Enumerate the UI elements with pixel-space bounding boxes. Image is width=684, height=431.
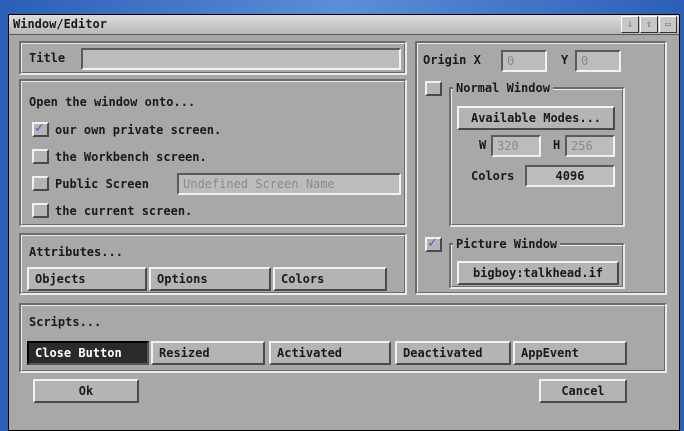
zoom-gadget-icon[interactable]: ▭ xyxy=(659,16,677,33)
origin-y-field[interactable]: 0 xyxy=(575,50,621,72)
title-field[interactable] xyxy=(81,48,401,70)
available-modes-button[interactable]: Available Modes... xyxy=(457,106,615,130)
window-editor: Window/Editor ⇩ ⇧ ▭ Title Open the windo… xyxy=(8,14,680,431)
picture-window-label: Picture Window xyxy=(453,237,561,251)
origin-x-field[interactable]: 0 xyxy=(501,50,547,72)
check-tick-icon: ✓ xyxy=(428,235,437,251)
script-deactivated-button[interactable]: Deactivated xyxy=(395,341,511,365)
cancel-button[interactable]: Cancel xyxy=(539,379,627,403)
current-screen-label: the current screen. xyxy=(55,204,193,218)
picture-file-button[interactable]: bigboy:talkhead.if xyxy=(457,261,619,285)
window-title: Window/Editor xyxy=(13,17,107,31)
height-field[interactable]: 256 xyxy=(565,135,615,157)
colors-label: Colors xyxy=(471,169,515,183)
workbench-screen-checkbox[interactable] xyxy=(32,149,49,164)
public-screen-checkbox[interactable] xyxy=(32,176,49,191)
colors-button[interactable]: Colors xyxy=(273,267,387,291)
normal-window-label: Normal Window xyxy=(453,81,553,95)
depth-up-gadget-icon[interactable]: ⇧ xyxy=(640,16,658,33)
script-activated-button[interactable]: Activated xyxy=(269,341,391,365)
open-onto-heading: Open the window onto... xyxy=(29,95,196,109)
objects-button[interactable]: Objects xyxy=(27,267,147,291)
scripts-heading: Scripts... xyxy=(29,315,102,329)
width-field[interactable]: 320 xyxy=(491,135,541,157)
check-tick-icon: ✓ xyxy=(35,120,44,136)
picture-window-checkbox[interactable]: ✓ xyxy=(425,235,442,252)
script-appevent-button[interactable]: AppEvent xyxy=(513,341,627,365)
options-button[interactable]: Options xyxy=(149,267,271,291)
private-screen-checkbox[interactable]: ✓ xyxy=(32,120,49,137)
current-screen-checkbox[interactable] xyxy=(32,203,49,218)
public-screen-name-field[interactable]: Undefined Screen Name xyxy=(177,173,401,195)
public-screen-label: Public Screen xyxy=(55,177,149,191)
normal-window-checkbox[interactable] xyxy=(425,81,442,96)
ok-button[interactable]: Ok xyxy=(33,379,139,403)
title-bar[interactable]: Window/Editor ⇩ ⇧ ▭ xyxy=(9,15,679,35)
colors-count-field[interactable]: 4096 xyxy=(525,165,615,187)
origin-y-label: Y xyxy=(561,53,569,67)
origin-x-label: Origin X xyxy=(423,53,481,67)
depth-down-gadget-icon[interactable]: ⇩ xyxy=(621,16,639,33)
script-close-button[interactable]: Close Button xyxy=(27,341,149,365)
workbench-screen-label: the Workbench screen. xyxy=(55,150,207,164)
height-label: H xyxy=(553,138,561,152)
width-label: W xyxy=(479,138,487,152)
private-screen-label: our own private screen. xyxy=(55,123,222,137)
title-label: Title xyxy=(29,51,66,65)
attributes-heading: Attributes... xyxy=(29,245,123,259)
script-resized-button[interactable]: Resized xyxy=(151,341,265,365)
